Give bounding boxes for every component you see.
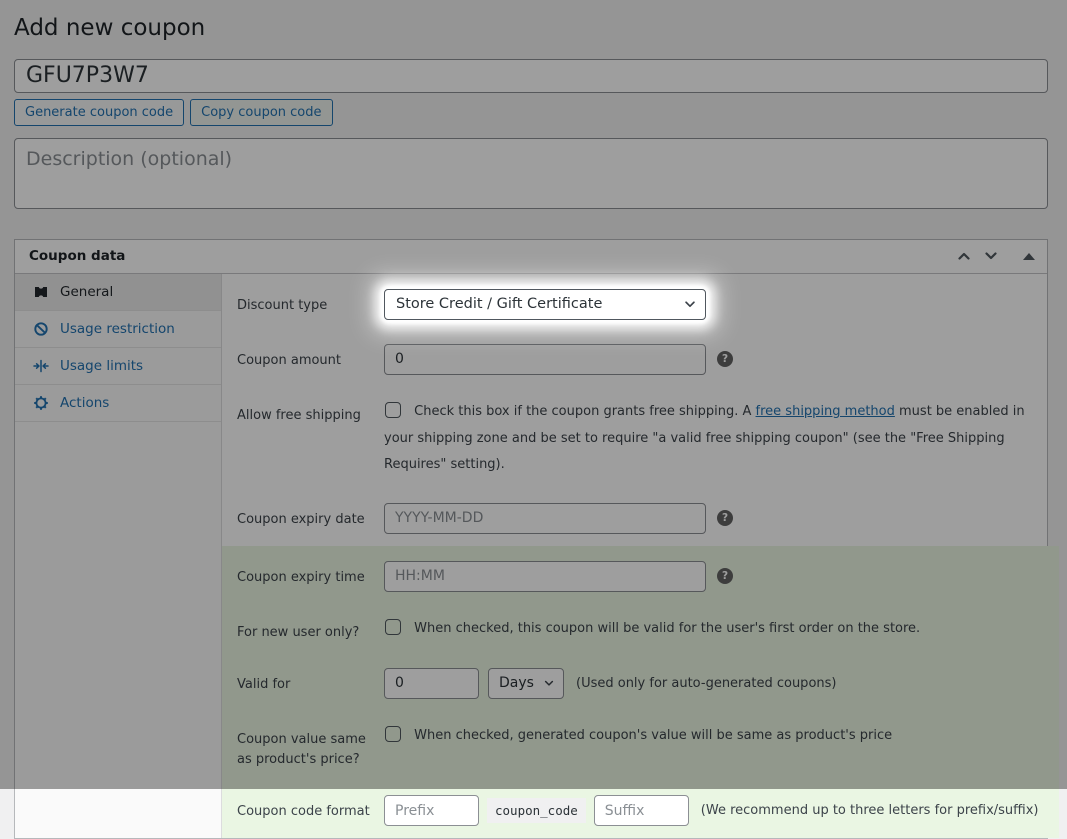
tab-actions-label: Actions xyxy=(60,395,109,411)
expiry-time-row: Coupon expiry time ? xyxy=(222,546,1059,604)
move-up-icon[interactable] xyxy=(955,247,973,265)
tab-usage-limits-label: Usage limits xyxy=(60,358,143,374)
free-shipping-label: Allow free shipping xyxy=(237,399,384,427)
expiry-time-input[interactable] xyxy=(384,561,706,592)
compress-icon xyxy=(33,358,49,374)
new-user-only-checkbox[interactable] xyxy=(385,619,401,635)
expiry-date-row: Coupon expiry date ? xyxy=(222,491,1059,546)
page-title: Add new coupon xyxy=(14,14,1048,44)
tab-usage-restriction[interactable]: Usage restriction xyxy=(15,311,221,348)
coupon-amount-label: Coupon amount xyxy=(237,344,384,372)
tab-general-label: General xyxy=(60,284,113,300)
valid-for-row: Valid for Days (Used on xyxy=(222,656,1059,711)
value-same-as-product-row: Coupon value same as product's price? Wh… xyxy=(222,711,1059,784)
tab-actions[interactable]: Actions xyxy=(15,385,221,422)
free-shipping-description: Check this box if the coupon grants free… xyxy=(384,399,1039,479)
value-same-as-product-checkbox[interactable] xyxy=(385,726,401,742)
value-same-as-product-text: When checked, generated coupon's value w… xyxy=(414,728,892,743)
generate-coupon-code-button[interactable]: Generate coupon code xyxy=(14,99,184,126)
expiry-time-label: Coupon expiry time xyxy=(237,561,384,589)
value-same-as-product-label: Coupon value same as product's price? xyxy=(237,723,384,772)
add-coupon-page: Add new coupon Generate coupon code Copy… xyxy=(0,0,1067,839)
value-same-as-product-description: When checked, generated coupon's value w… xyxy=(384,723,1039,750)
smart-coupons-section: Coupon expiry time ? For new user only? xyxy=(222,546,1059,838)
code-format-note: (We recommend up to three letters for pr… xyxy=(701,803,1039,818)
general-tab-content: Discount type Store Credit / Gift Certif… xyxy=(222,274,1059,838)
tab-usage-limits[interactable]: Usage limits xyxy=(15,348,221,385)
valid-for-note: (Used only for auto-generated coupons) xyxy=(576,676,836,691)
coupon-data-header: Coupon data xyxy=(15,240,1047,274)
coupon-data-metabox: Coupon data General xyxy=(14,239,1048,839)
ticket-icon xyxy=(33,284,49,300)
metabox-title: Coupon data xyxy=(29,248,125,264)
code-format-label: Coupon code format xyxy=(237,795,384,823)
help-icon[interactable]: ? xyxy=(717,568,733,584)
gear-icon xyxy=(33,395,49,411)
coupon-data-tabs: General Usage restriction xyxy=(15,274,222,838)
new-user-only-text: When checked, this coupon will be valid … xyxy=(414,621,920,636)
new-user-only-row: For new user only? When checked, this co… xyxy=(222,604,1059,656)
discount-type-row: Discount type Store Credit / Gift Certif… xyxy=(222,274,1059,332)
valid-for-label: Valid for xyxy=(237,668,384,696)
toggle-panel-icon[interactable] xyxy=(1023,253,1035,260)
discount-type-select[interactable]: Store Credit / Gift Certificate xyxy=(384,289,706,320)
free-shipping-checkbox[interactable] xyxy=(385,402,401,418)
coupon-data-panel: General Usage restriction xyxy=(15,274,1047,838)
expiry-date-input[interactable] xyxy=(384,503,706,534)
copy-coupon-code-button[interactable]: Copy coupon code xyxy=(190,99,332,126)
code-format-prefix-input[interactable] xyxy=(384,795,479,826)
coupon-code-buttons: Generate coupon code Copy coupon code xyxy=(14,99,1048,126)
free-shipping-row: Allow free shipping Check this box if th… xyxy=(222,387,1059,491)
coupon-amount-row: Coupon amount ? xyxy=(222,332,1059,387)
coupon-code-input[interactable] xyxy=(14,59,1048,93)
metabox-handle-actions xyxy=(955,247,1035,265)
discount-type-label: Discount type xyxy=(237,289,384,317)
help-icon[interactable]: ? xyxy=(717,510,733,526)
code-format-row: Coupon code format coupon_code (We recom… xyxy=(222,783,1059,838)
valid-for-input[interactable] xyxy=(384,668,479,699)
expiry-date-label: Coupon expiry date xyxy=(237,503,384,531)
no-entry-icon xyxy=(33,321,49,337)
tab-usage-restriction-label: Usage restriction xyxy=(60,321,175,337)
coupon-amount-input[interactable] xyxy=(384,344,706,375)
discount-type-highlight: Store Credit / Gift Certificate xyxy=(384,289,706,320)
valid-for-unit-select[interactable]: Days xyxy=(488,668,564,699)
free-shipping-method-link[interactable]: free shipping method xyxy=(756,404,895,419)
new-user-only-label: For new user only? xyxy=(237,616,384,644)
tab-general[interactable]: General xyxy=(15,274,221,311)
coupon-code-chip: coupon_code xyxy=(487,798,586,823)
free-shipping-text-before: Check this box if the coupon grants free… xyxy=(414,404,755,419)
code-format-suffix-input[interactable] xyxy=(594,795,689,826)
new-user-only-description: When checked, this coupon will be valid … xyxy=(384,616,1039,643)
move-down-icon[interactable] xyxy=(982,247,1000,265)
coupon-description-input[interactable] xyxy=(14,138,1048,209)
help-icon[interactable]: ? xyxy=(717,351,733,367)
